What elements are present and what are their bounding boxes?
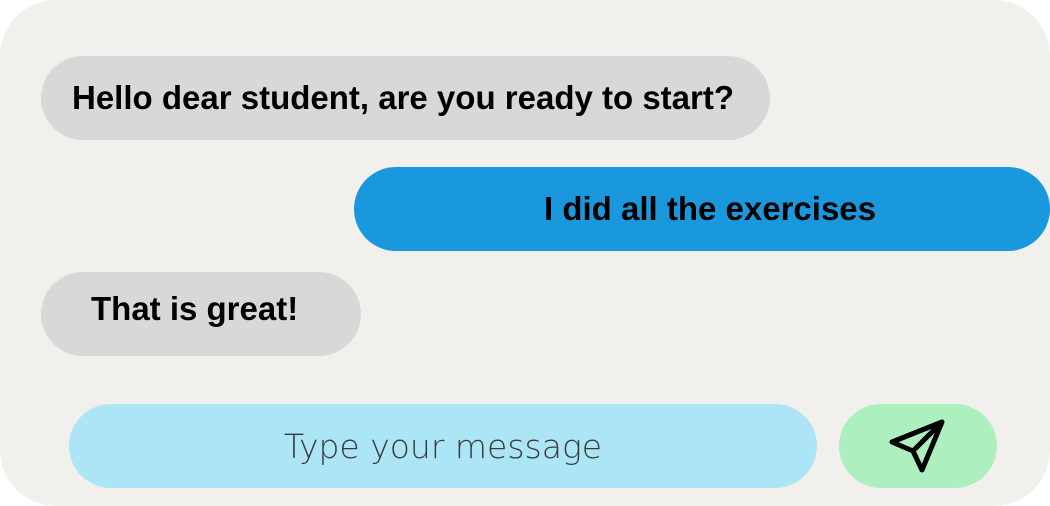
send-button[interactable] [839, 404, 997, 488]
outgoing-message: I did all the exercises [354, 167, 1050, 251]
message-text: I did all the exercises [544, 190, 876, 227]
chat-panel: Hello dear student, are you ready to sta… [0, 0, 1050, 506]
send-paper-plane-icon [889, 419, 945, 473]
incoming-message: That is great! [41, 272, 361, 356]
message-input[interactable] [69, 404, 817, 488]
incoming-message: Hello dear student, are you ready to sta… [41, 56, 770, 140]
message-text: That is great! [91, 290, 299, 327]
message-text: Hello dear student, are you ready to sta… [72, 79, 734, 116]
